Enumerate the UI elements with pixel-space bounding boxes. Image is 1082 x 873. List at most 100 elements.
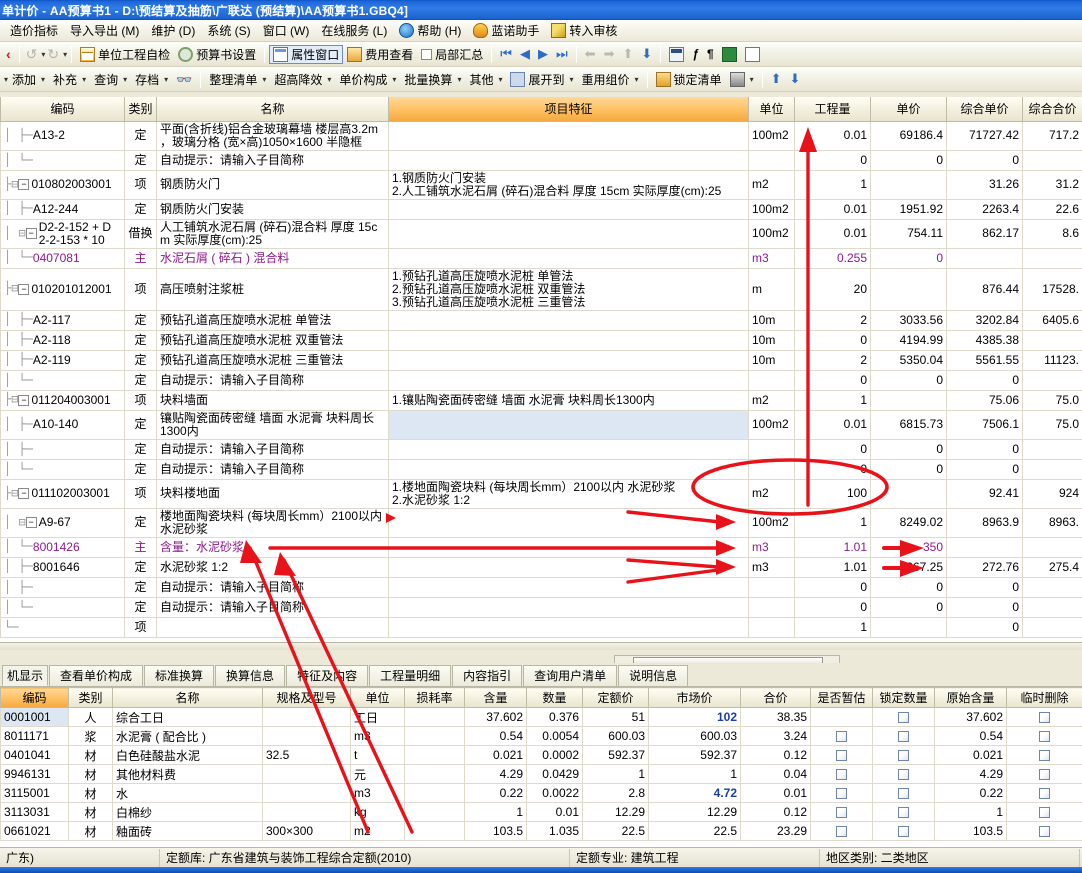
cell-price[interactable]: 0	[870, 596, 947, 618]
cell-category[interactable]: 定	[124, 369, 157, 391]
cell-comprehensive-price[interactable]: 5561.55	[946, 349, 1023, 371]
cell-quantity[interactable]: 1	[794, 616, 871, 638]
cell-code[interactable]: │ ├─A12-244	[0, 198, 125, 220]
cell-quota-price[interactable]: 1	[582, 764, 649, 784]
cell-category[interactable]: 人	[68, 707, 113, 727]
bottom-col-header-7[interactable]: 数量	[526, 687, 583, 708]
row-down-icon[interactable]: ⬇	[785, 71, 804, 87]
menu-item-4[interactable]: 窗口 (W)	[257, 20, 316, 41]
cell-name[interactable]: 自动提示：请输入子目简称	[156, 438, 389, 460]
cell-price[interactable]	[870, 478, 947, 509]
cell-market-price[interactable]: 102	[648, 707, 741, 727]
cell-feature[interactable]	[388, 616, 749, 638]
cell-price[interactable]	[870, 389, 947, 411]
cell-name[interactable]: 其他材料费	[112, 764, 263, 784]
cell-original-content[interactable]: 4.29	[934, 764, 1007, 784]
cell-lock-quantity-checkbox[interactable]	[872, 745, 935, 765]
cell-lock-quantity-checkbox[interactable]	[872, 802, 935, 822]
cell-price[interactable]: 0	[870, 149, 947, 171]
cell-estimate-checkbox[interactable]	[810, 783, 873, 803]
cell-temp-delete-checkbox[interactable]	[1006, 802, 1082, 822]
cell-quantity[interactable]: 100	[794, 478, 871, 509]
cell-comprehensive-price[interactable]: 0	[946, 369, 1023, 391]
cell-name[interactable]: 自动提示：请输入子目简称	[156, 596, 389, 618]
cell-name[interactable]: 综合工日	[112, 707, 263, 727]
nav-last-icon[interactable]: ⏭	[552, 46, 572, 62]
reuse-pricing-button[interactable]: 重用组价 ▾	[578, 70, 643, 89]
cell-name[interactable]: 水泥石屑 ( 碎石 ) 混合料	[156, 247, 389, 269]
table-row[interactable]: │ ├─A2-117 定预钻孔道高压旋喷水泥桩 单管法 10m 2 3033.56 320…	[0, 309, 1082, 331]
list-item[interactable]: 3115001 材水 m3 0.22 0.0022 2.8 4.72 0.01 0.22	[0, 783, 1082, 803]
list-item[interactable]: 0401041 材白色硅酸盐水泥 32.5 t 0.021 0.0002 592.37 592…	[0, 745, 1082, 765]
cell-loss-rate[interactable]	[404, 764, 465, 784]
cell-feature[interactable]	[388, 218, 749, 249]
cell-feature[interactable]	[388, 507, 749, 538]
cell-spec[interactable]	[262, 802, 351, 822]
cell-unit[interactable]: 10m	[748, 329, 795, 351]
cell-code[interactable]: │ ├─A10-140	[0, 409, 125, 440]
table-row[interactable]: │ ├─A2-119 定预钻孔道高压旋喷水泥桩 三重管法 10m 2 5350.04 55…	[0, 349, 1082, 371]
cell-name[interactable]: 块料楼地面	[156, 478, 389, 509]
bottom-col-header-3[interactable]: 规格及型号	[262, 687, 351, 708]
cell-code[interactable]: ├⊟ −010802003001	[0, 169, 125, 200]
cell-unit[interactable]: m3	[350, 726, 405, 746]
calculator-button[interactable]	[665, 46, 688, 63]
list-item[interactable]: 0661021 材釉面砖 300×300 m2 103.5 1.035 22.5 22.5 23…	[0, 821, 1082, 841]
cell-quantity[interactable]: 0	[794, 149, 871, 171]
cell-comprehensive-price[interactable]: 31.26	[946, 169, 1023, 200]
row-up-icon[interactable]: ⬆	[767, 71, 786, 87]
cell-quota-price[interactable]: 22.5	[582, 821, 649, 841]
cell-estimate-checkbox[interactable]	[810, 745, 873, 765]
cell-content[interactable]: 37.602	[464, 707, 527, 727]
cell-comprehensive-total[interactable]: 924	[1022, 478, 1082, 509]
cell-comprehensive-total[interactable]	[1022, 536, 1082, 558]
list-item[interactable]: 8011171 浆水泥膏 ( 配合比 ) m3 0.54 0.0054 600.03 600…	[0, 726, 1082, 746]
checkbox-icon[interactable]	[1039, 788, 1050, 800]
cell-lock-quantity-checkbox[interactable]	[872, 707, 935, 727]
cell-unit[interactable]: m3	[350, 783, 405, 803]
budget-settings-button[interactable]: 预算书设置	[174, 45, 260, 64]
cell-comprehensive-price[interactable]: 75.06	[946, 389, 1023, 411]
table-row[interactable]: │ ⊟ − A9-67 定楼地面陶瓷块料 (每块周长mm）2100以内 水泥砂浆 100…	[0, 507, 1082, 538]
cell-market-price[interactable]: 600.03	[648, 726, 741, 746]
table-row[interactable]: │ └─8001426 主含量：水泥砂浆 m3 1.01 350	[0, 536, 1082, 558]
cell-original-content[interactable]: 0.22	[934, 783, 1007, 803]
cell-category[interactable]: 材	[68, 821, 113, 841]
tab-3[interactable]: 换算信息	[215, 665, 286, 686]
cell-quantity[interactable]: 0	[794, 458, 871, 480]
cell-comprehensive-price[interactable]	[946, 247, 1023, 269]
cell-quantity[interactable]: 2	[794, 309, 871, 331]
cell-comprehensive-total[interactable]: 31.2	[1022, 169, 1082, 200]
cell-comprehensive-price[interactable]: 0	[946, 438, 1023, 460]
table-row[interactable]: ├⊟ −011204003001 项块料墙面 1.镶贴陶瓷面砖密缝 墙面 水泥膏 块料…	[0, 389, 1082, 411]
cell-unit[interactable]	[748, 149, 795, 171]
cell-lock-quantity-checkbox[interactable]	[872, 764, 935, 784]
cell-price[interactable]: 1951.92	[870, 198, 947, 220]
cell-code[interactable]: │ ├─A2-119	[0, 349, 125, 371]
cell-comprehensive-total[interactable]: 275.4	[1022, 556, 1082, 578]
cell-code[interactable]: │ └─8001426	[0, 536, 125, 558]
tab-5[interactable]: 工程量明细	[369, 665, 452, 686]
cell-total-price[interactable]: 0.04	[740, 764, 811, 784]
cell-category[interactable]: 定	[124, 438, 157, 460]
cell-name[interactable]: 釉面砖	[112, 821, 263, 841]
cell-feature[interactable]: 1.钢质防火门安装 2.人工铺筑水泥石屑 (碎石)混合料 厚度 15cm 实际厚…	[388, 169, 749, 200]
table-row[interactable]: │ ├─ 定自动提示：请输入子目简称 0 0 0	[0, 438, 1082, 460]
menu-item-1[interactable]: 导入导出 (M)	[64, 20, 145, 41]
cell-category[interactable]: 借换	[124, 218, 157, 249]
other-button[interactable]: 其他 ▾	[465, 70, 506, 89]
cell-unit[interactable]: m3	[748, 247, 795, 269]
cell-feature[interactable]	[388, 120, 749, 151]
cell-code[interactable]: 0001001	[0, 707, 69, 727]
cell-quantity[interactable]: 1	[794, 507, 871, 538]
checkbox-icon[interactable]	[898, 788, 909, 800]
property-window-button[interactable]: 属性窗口	[269, 44, 344, 64]
main-col-header-6[interactable]: 单价	[870, 97, 947, 122]
cell-comprehensive-price[interactable]: 862.17	[946, 218, 1023, 249]
cell-comprehensive-price[interactable]: 272.76	[946, 556, 1023, 578]
cell-unit[interactable]: 元	[350, 764, 405, 784]
cell-feature[interactable]: 1.镶贴陶瓷面砖密缝 墙面 水泥膏 块料周长1300内	[388, 389, 749, 411]
cell-price[interactable]: 0	[870, 247, 947, 269]
main-col-header-0[interactable]: 编码	[0, 97, 125, 122]
cell-comprehensive-total[interactable]: 6405.6	[1022, 309, 1082, 331]
